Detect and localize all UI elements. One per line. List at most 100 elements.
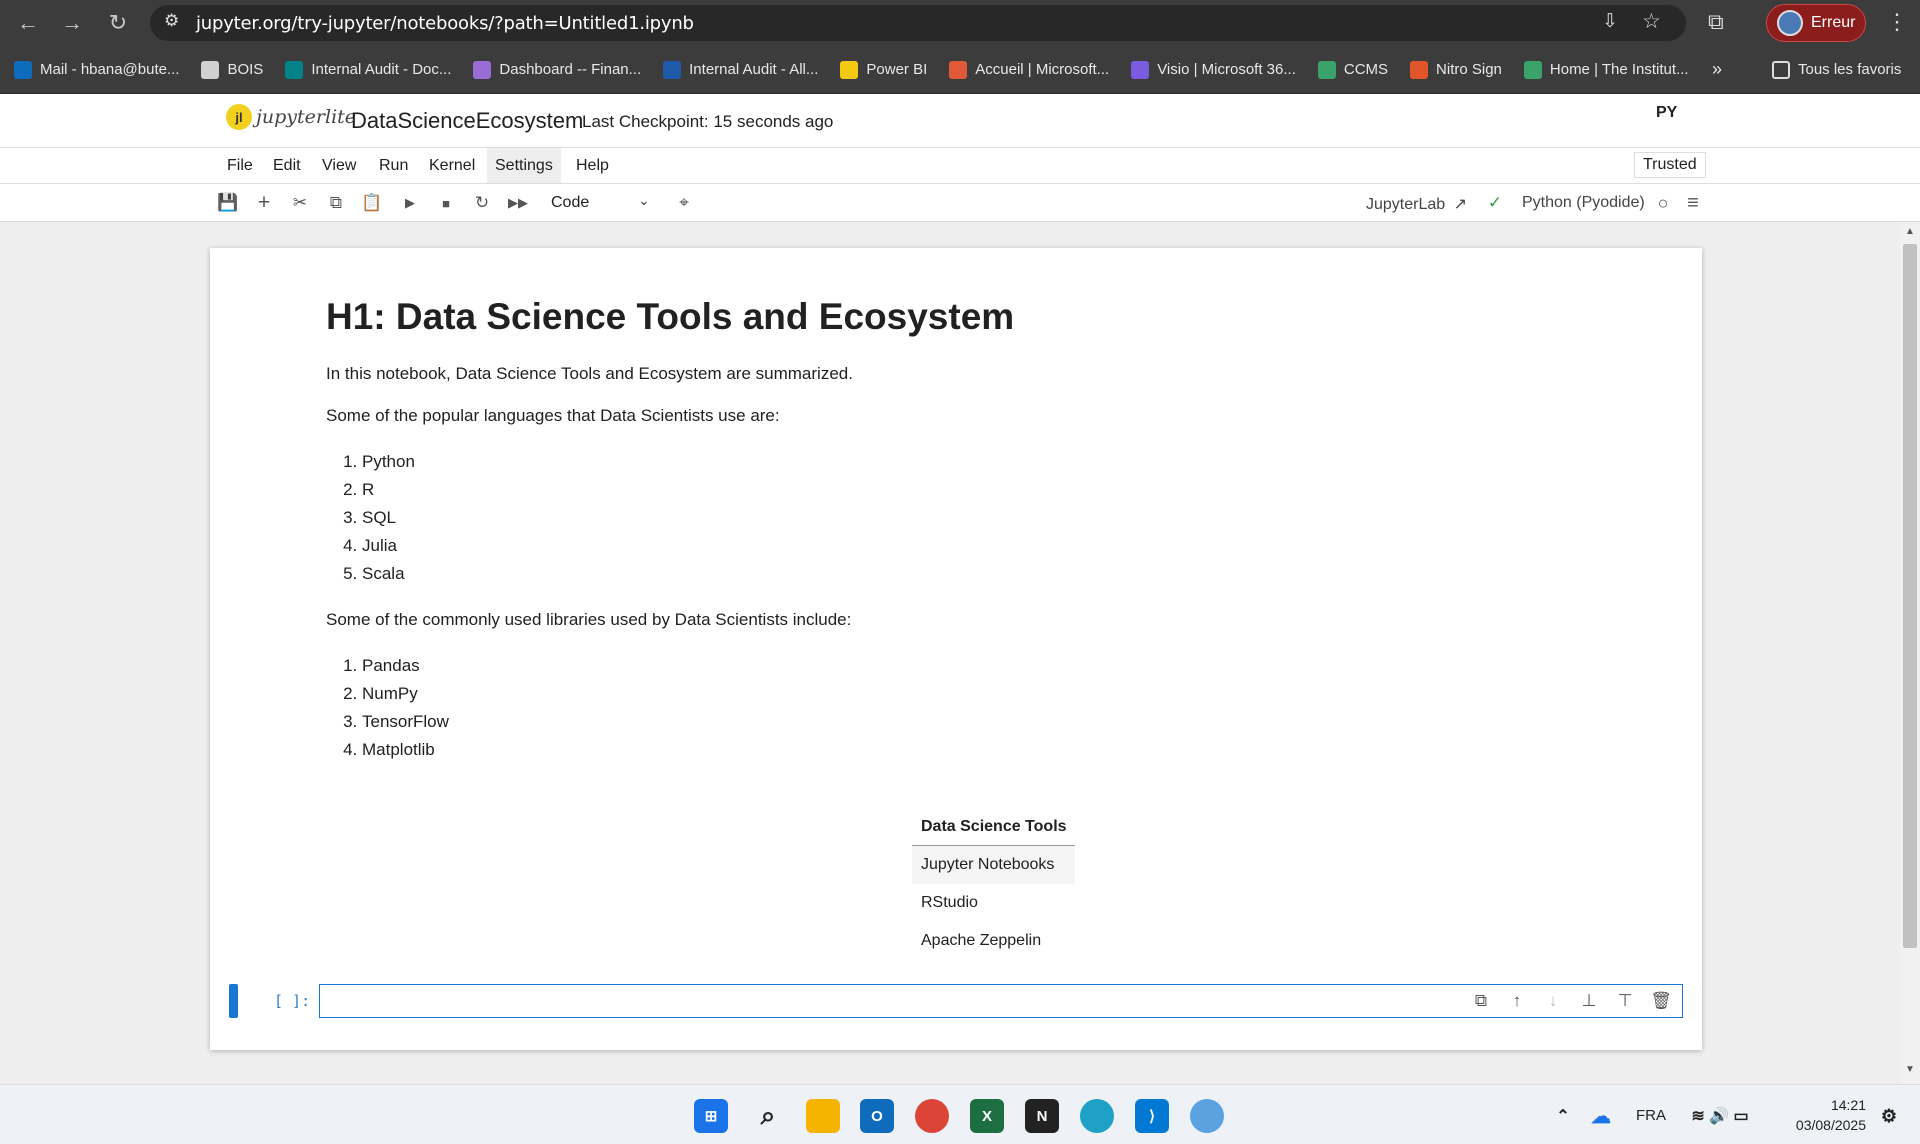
bookmark-item[interactable]: Internal Audit - Doc...	[285, 60, 451, 79]
kernel-idle-circle-icon: ○	[1657, 192, 1669, 213]
file-explorer-icon[interactable]	[806, 1099, 840, 1133]
list-item: TensorFlow	[362, 708, 1626, 736]
menu-run[interactable]: Run	[371, 148, 416, 183]
bookmark-item[interactable]: BOIS	[201, 60, 263, 79]
bookmark-item[interactable]: Nitro Sign	[1410, 60, 1502, 79]
bookmark-item[interactable]: CCMS	[1317, 60, 1388, 79]
menu-lines-icon[interactable]: ≡	[1680, 191, 1706, 215]
excel-icon[interactable]: X	[970, 1099, 1004, 1133]
app-icon[interactable]	[1190, 1099, 1224, 1133]
outlook-icon[interactable]: O	[860, 1099, 894, 1133]
address-bar[interactable]: ⚙ jupyter.org/try-jupyter/notebooks/?pat…	[150, 5, 1686, 41]
delete-cell-icon[interactable]: 🗑	[1644, 985, 1678, 1017]
browser-menu-icon[interactable]: ⋮	[1886, 9, 1908, 35]
restart-run-all-icon[interactable]: ▶▶	[505, 191, 531, 215]
languages-list: Python R SQL Julia Scala	[362, 448, 1626, 588]
bookmark-item[interactable]: Home | The Institut...	[1523, 60, 1689, 79]
forward-arrow-icon[interactable]: →	[54, 5, 90, 41]
bookmark-item[interactable]: Visio | Microsoft 36...	[1131, 60, 1296, 79]
input-language[interactable]: FRA	[1636, 1107, 1666, 1124]
bookmark-favicon-icon	[663, 60, 682, 79]
libraries-intro: Some of the commonly used libraries used…	[326, 610, 852, 629]
scroll-up-icon[interactable]: ▲	[1905, 226, 1915, 237]
active-cell-indicator[interactable]	[229, 984, 238, 1018]
bookmark-item[interactable]: Accueil | Microsoft...	[949, 60, 1109, 79]
duplicate-cell-icon[interactable]: ⧉	[1464, 985, 1498, 1017]
profile-button[interactable]: Erreur	[1766, 4, 1866, 42]
scroll-down-icon[interactable]: ▼	[1905, 1064, 1915, 1075]
search-icon[interactable]: ⌕	[751, 1099, 785, 1133]
menu-help[interactable]: Help	[568, 148, 617, 183]
scroll-thumb[interactable]	[1903, 244, 1917, 948]
move-up-icon[interactable]: ↑	[1500, 985, 1534, 1017]
move-down-icon[interactable]: ↓	[1536, 985, 1570, 1017]
windows-start-icon[interactable]: ⊞	[694, 1099, 728, 1133]
chevron-up-icon[interactable]: ⌃	[1546, 1099, 1580, 1133]
bookmark-favicon-icon	[949, 60, 968, 79]
notebook-title[interactable]: DataScienceEcosystem	[351, 108, 583, 134]
bookmark-favicon-icon	[1523, 60, 1542, 79]
chrome-icon[interactable]	[915, 1099, 949, 1133]
avatar	[1777, 10, 1803, 36]
notifications-icon[interactable]: ⚙	[1872, 1099, 1906, 1133]
run-icon[interactable]: ▶	[397, 191, 423, 215]
install-app-icon[interactable]: ⇩	[1602, 10, 1618, 33]
url-text[interactable]: jupyter.org/try-jupyter/notebooks/?path=…	[196, 13, 694, 34]
folder-icon	[1772, 60, 1790, 79]
insert-above-icon[interactable]: ⊤	[1608, 985, 1642, 1017]
reload-icon[interactable]: ↻	[100, 5, 136, 41]
languages-intro: Some of the popular languages that Data …	[326, 406, 780, 425]
bookmarks-bar: Mail - hbana@bute... BOIS Internal Audit…	[0, 46, 1920, 94]
chevron-down-icon[interactable]: ⌄	[638, 192, 650, 209]
more-bookmarks-button[interactable]: »	[1712, 59, 1722, 80]
jupyterlab-link[interactable]: JupyterLab ↗	[1366, 194, 1467, 214]
list-item: Python	[362, 448, 1626, 476]
trusted-badge[interactable]: Trusted	[1634, 152, 1706, 178]
cell-type-select[interactable]: Code	[551, 194, 589, 212]
extensions-icon[interactable]: ⧉	[1708, 9, 1724, 35]
location-pin-icon[interactable]: ⌖	[671, 191, 697, 215]
cut-icon[interactable]: ✂	[287, 191, 313, 215]
site-settings-icon[interactable]: ⚙	[164, 11, 179, 31]
table-row: RStudio	[921, 894, 978, 911]
list-item: Julia	[362, 532, 1626, 560]
network-volume-battery-icon[interactable]: ≋ 🔊 ▭	[1680, 1099, 1760, 1133]
all-bookmarks-folder[interactable]: Tous les favoris	[1772, 60, 1901, 79]
add-cell-icon[interactable]: +	[251, 191, 277, 215]
menu-file[interactable]: File	[219, 148, 261, 183]
menu-view[interactable]: View	[314, 148, 364, 183]
insert-below-icon[interactable]: ⊥	[1572, 985, 1606, 1017]
bookmark-item[interactable]: Mail - hbana@bute...	[14, 60, 179, 79]
notion-icon[interactable]: N	[1025, 1099, 1059, 1133]
bookmark-favicon-icon	[1131, 60, 1150, 79]
bookmark-item[interactable]: Internal Audit - All...	[663, 60, 818, 79]
list-item: Pandas	[362, 652, 1626, 680]
paste-icon[interactable]: 📋	[359, 191, 385, 215]
kernel-name[interactable]: Python (Pyodide)	[1522, 194, 1645, 212]
jupyter-header: jl jupyterlite DataScienceEcosystem Last…	[0, 94, 1920, 148]
menu-edit[interactable]: Edit	[265, 148, 309, 183]
edge-icon[interactable]	[1080, 1099, 1114, 1133]
onedrive-icon[interactable]: ☁	[1584, 1099, 1618, 1133]
table-row: Jupyter Notebooks	[912, 845, 1075, 884]
menu-kernel[interactable]: Kernel	[421, 148, 483, 183]
restart-icon[interactable]: ↻	[469, 191, 495, 215]
bookmark-star-icon[interactable]: ☆	[1642, 9, 1661, 34]
jupyterlite-logo[interactable]: jl jupyterlite	[226, 104, 356, 130]
windows-taskbar: ⊞ ⌕ O X N ⟩ ⌃ ☁ FRA ≋ 🔊 ▭ 14:21 03/08/20…	[0, 1084, 1920, 1144]
vscode-icon[interactable]: ⟩	[1135, 1099, 1169, 1133]
code-cell-input[interactable]: ⧉ ↑ ↓ ⊥ ⊤ 🗑	[319, 984, 1683, 1018]
list-item: NumPy	[362, 680, 1626, 708]
bookmark-item[interactable]: Dashboard -- Finan...	[473, 60, 641, 79]
copy-icon[interactable]: ⧉	[323, 191, 349, 215]
bookmark-item[interactable]: Power BI	[840, 60, 927, 79]
save-icon[interactable]: 💾	[215, 191, 241, 215]
back-arrow-icon[interactable]: ←	[10, 5, 46, 41]
markdown-cell[interactable]: H1: Data Science Tools and Ecosystem In …	[326, 296, 1626, 786]
stop-icon[interactable]: ■	[433, 191, 459, 215]
list-item: Matplotlib	[362, 736, 1626, 764]
scrollbar[interactable]: ▲ ▼	[1900, 222, 1920, 1084]
code-cell-prompt: [ ]:	[274, 992, 311, 1010]
system-clock[interactable]: 14:21 03/08/2025	[1780, 1095, 1866, 1135]
menu-settings[interactable]: Settings	[487, 148, 561, 183]
